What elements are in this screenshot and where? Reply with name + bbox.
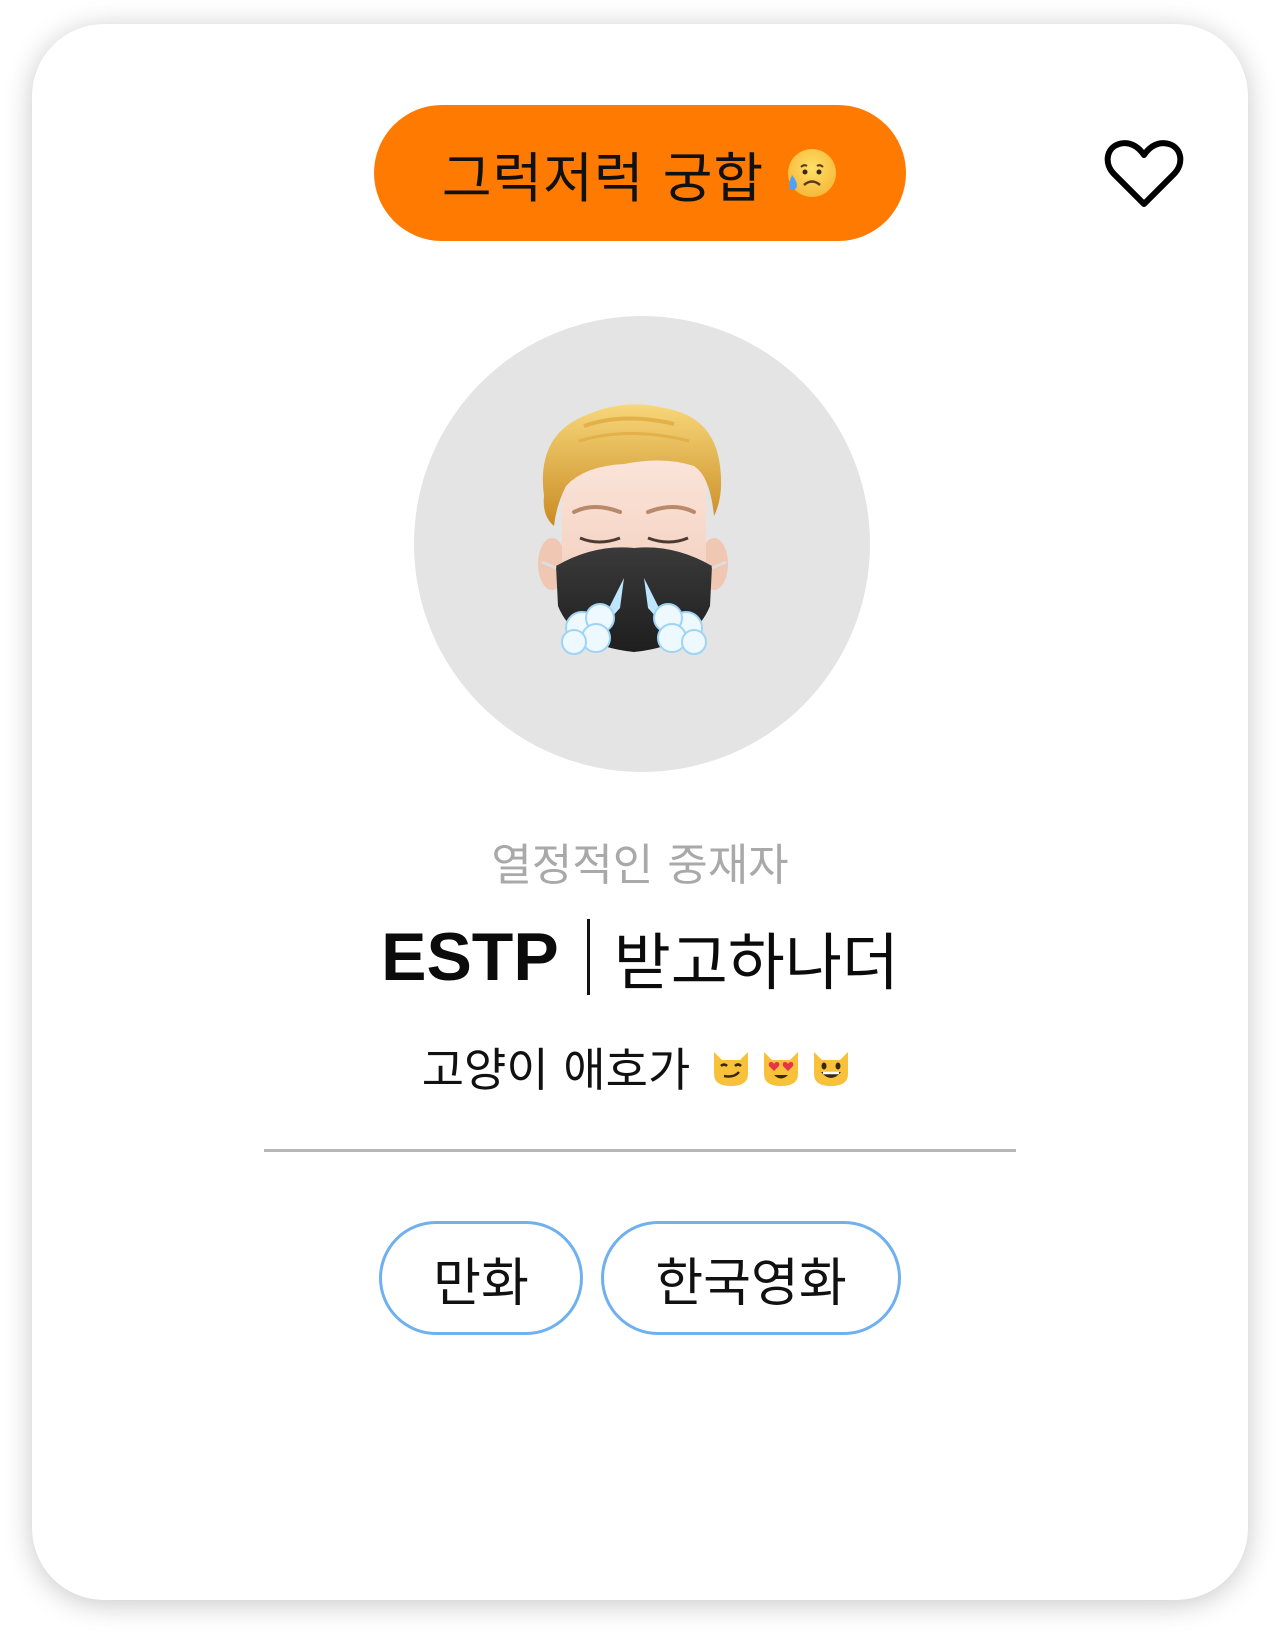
heart-outline-icon bbox=[1104, 140, 1184, 207]
sad-but-relieved-face-icon bbox=[788, 149, 837, 197]
profile-card: 그럭저럭 궁합 열정적인 중재자 ESTP 받고하나더 고양이 애호가 만화 한… bbox=[32, 24, 1248, 1600]
compatibility-badge: 그럭저럭 궁합 bbox=[374, 105, 906, 241]
compatibility-label: 그럭저럭 궁합 bbox=[441, 146, 765, 210]
name-separator bbox=[586, 919, 590, 995]
smirking-cat-icon bbox=[714, 1052, 749, 1086]
heart-eyes-cat-icon bbox=[764, 1052, 799, 1086]
profile-name-line: ESTP 받고하나더 bbox=[32, 912, 1248, 1002]
nickname: 받고하나더 bbox=[613, 926, 899, 999]
bio-emojis bbox=[708, 1044, 858, 1090]
bio: 고양이 애호가 bbox=[32, 1034, 1248, 1100]
grinning-cat-icon bbox=[814, 1052, 849, 1086]
personality-subtitle: 열정적인 중재자 bbox=[491, 840, 789, 891]
mbti-type: ESTP bbox=[381, 919, 559, 995]
interest-tags: 만화 한국영화 bbox=[32, 1221, 1248, 1335]
tag-chip[interactable]: 만화 bbox=[379, 1221, 583, 1335]
bio-text: 고양이 애호가 bbox=[421, 1043, 691, 1097]
memoji-mask-steam-avatar bbox=[538, 404, 728, 655]
section-divider bbox=[264, 1149, 1016, 1152]
tag-chip[interactable]: 한국영화 bbox=[601, 1221, 901, 1335]
favorite-button[interactable] bbox=[1102, 132, 1186, 216]
avatar bbox=[414, 316, 870, 772]
